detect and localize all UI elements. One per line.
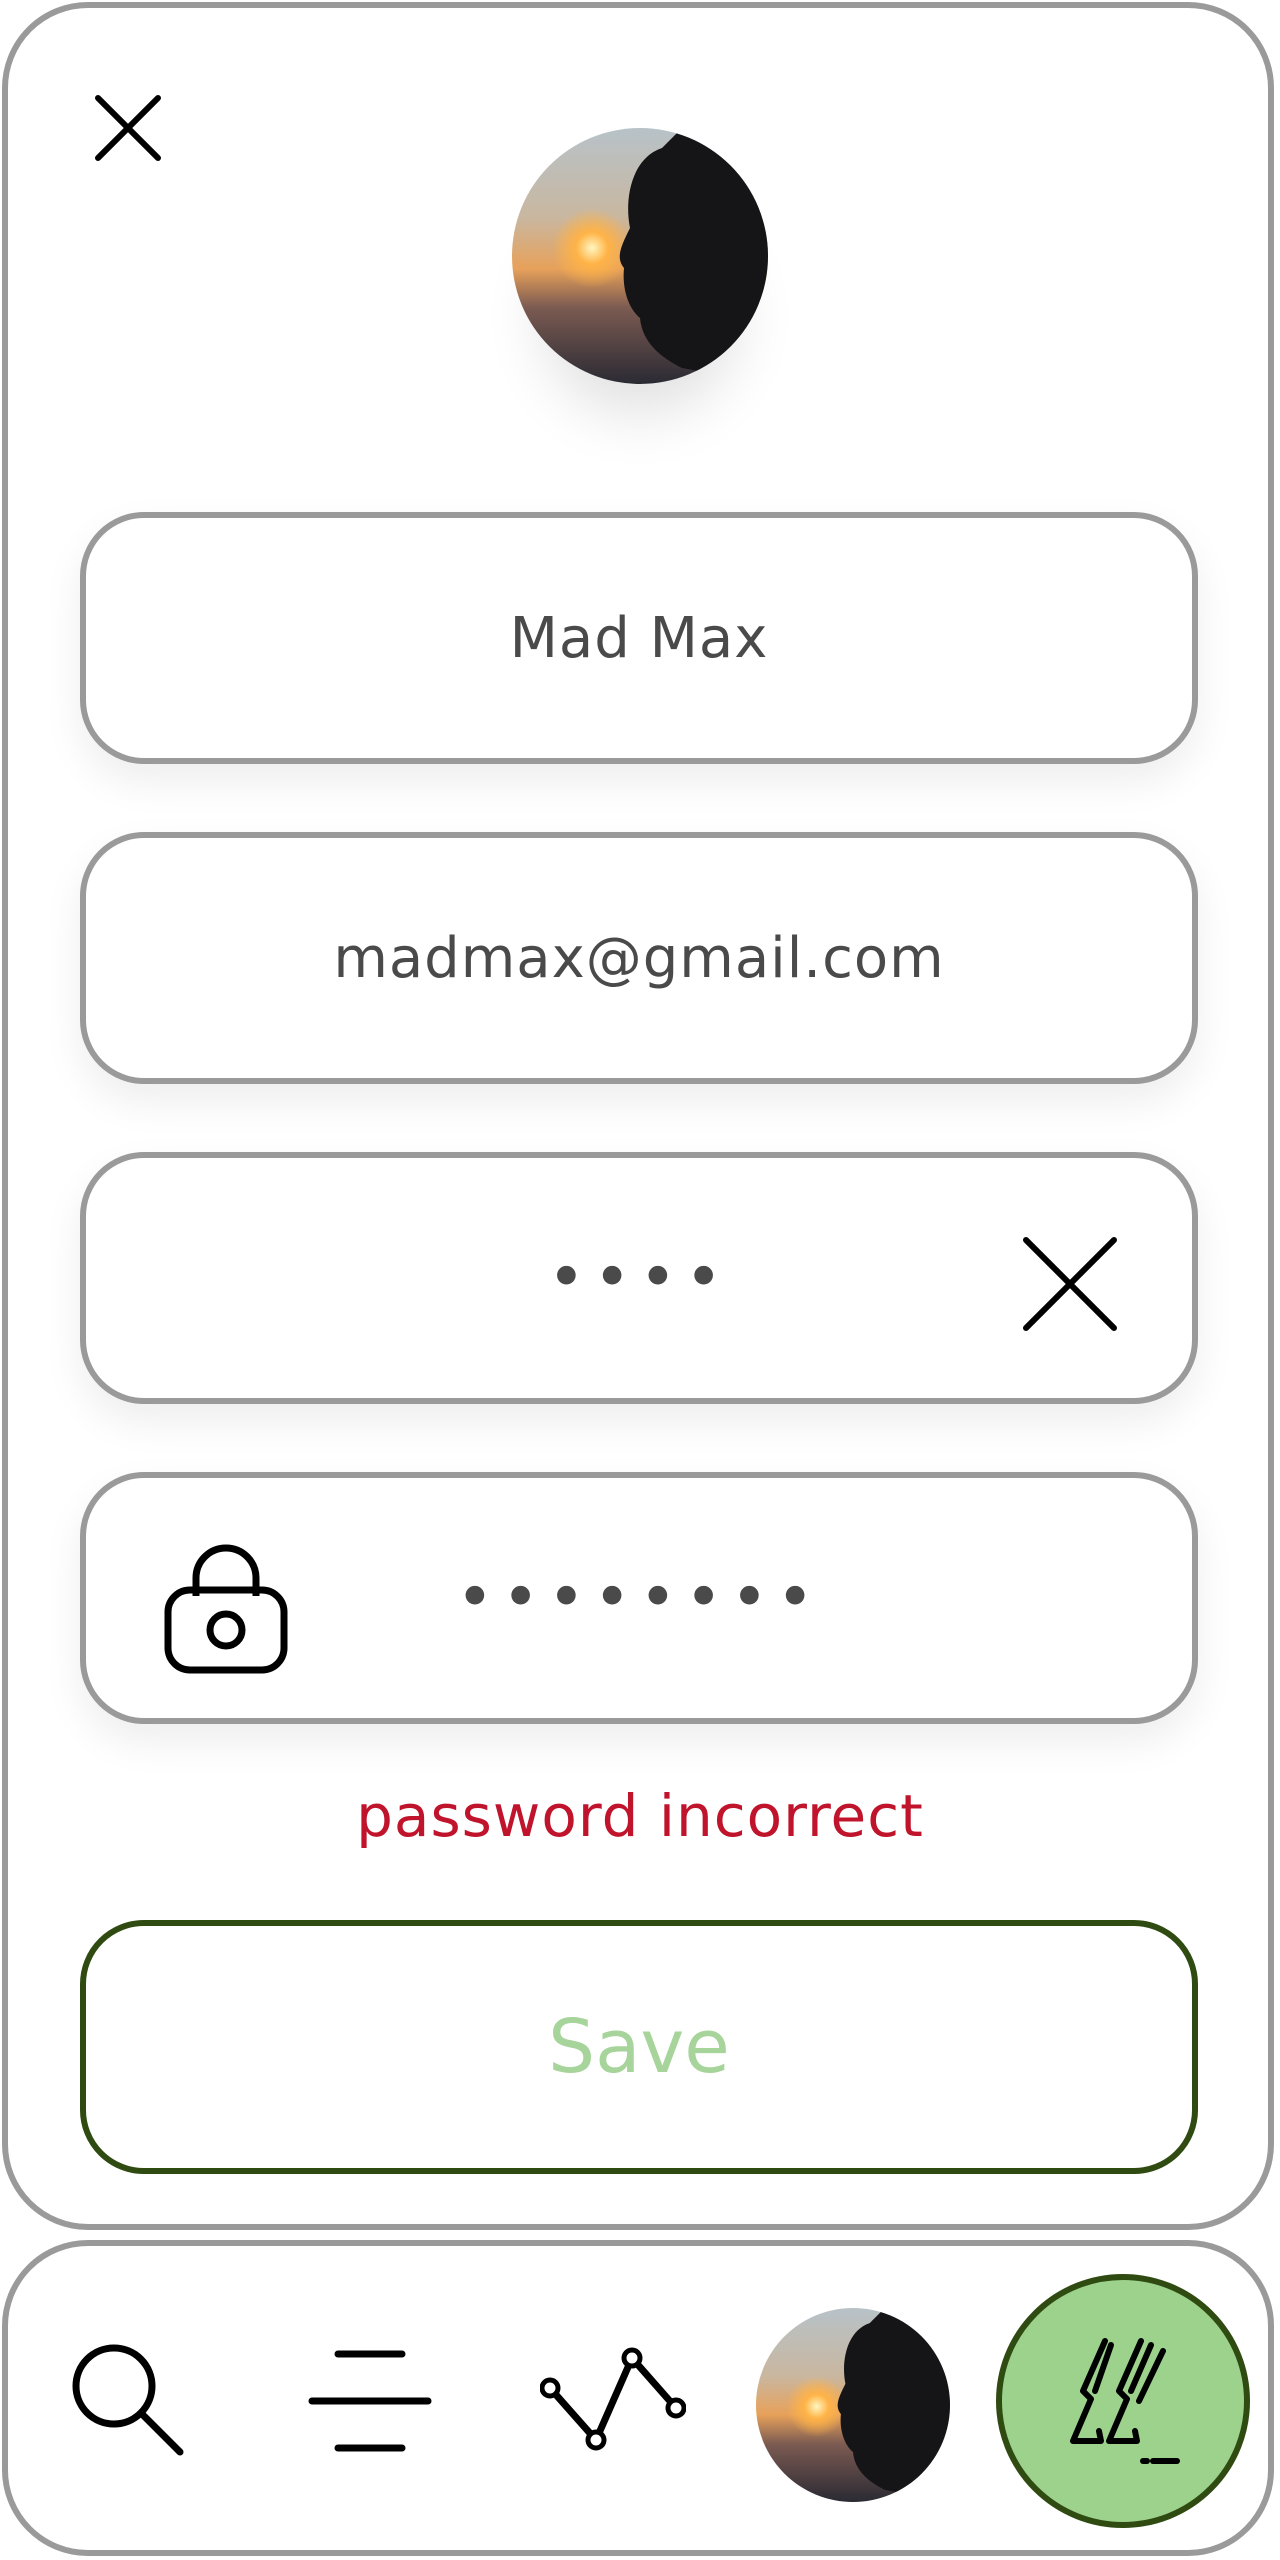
email-input[interactable]: [86, 838, 1192, 1078]
nav-avatar[interactable]: [756, 2308, 950, 2502]
name-input[interactable]: [86, 518, 1192, 758]
save-button[interactable]: Save: [80, 1920, 1198, 2174]
name-field[interactable]: [80, 512, 1198, 764]
error-message: password incorrect: [356, 1782, 924, 1850]
close-icon[interactable]: [88, 88, 168, 168]
graph-icon[interactable]: [540, 2344, 686, 2456]
new-password-field[interactable]: [80, 1472, 1198, 1724]
email-field[interactable]: [80, 832, 1198, 1084]
menu-icon[interactable]: [308, 2346, 432, 2456]
action-icon: [1070, 2338, 1180, 2464]
action-button[interactable]: [996, 2274, 1250, 2528]
clear-icon[interactable]: [1020, 1234, 1120, 1334]
search-icon[interactable]: [68, 2340, 186, 2458]
profile-avatar[interactable]: [512, 128, 768, 384]
current-password-field[interactable]: [80, 1152, 1198, 1404]
bottom-nav: [2, 2240, 1274, 2556]
lock-icon: [164, 1544, 288, 1674]
